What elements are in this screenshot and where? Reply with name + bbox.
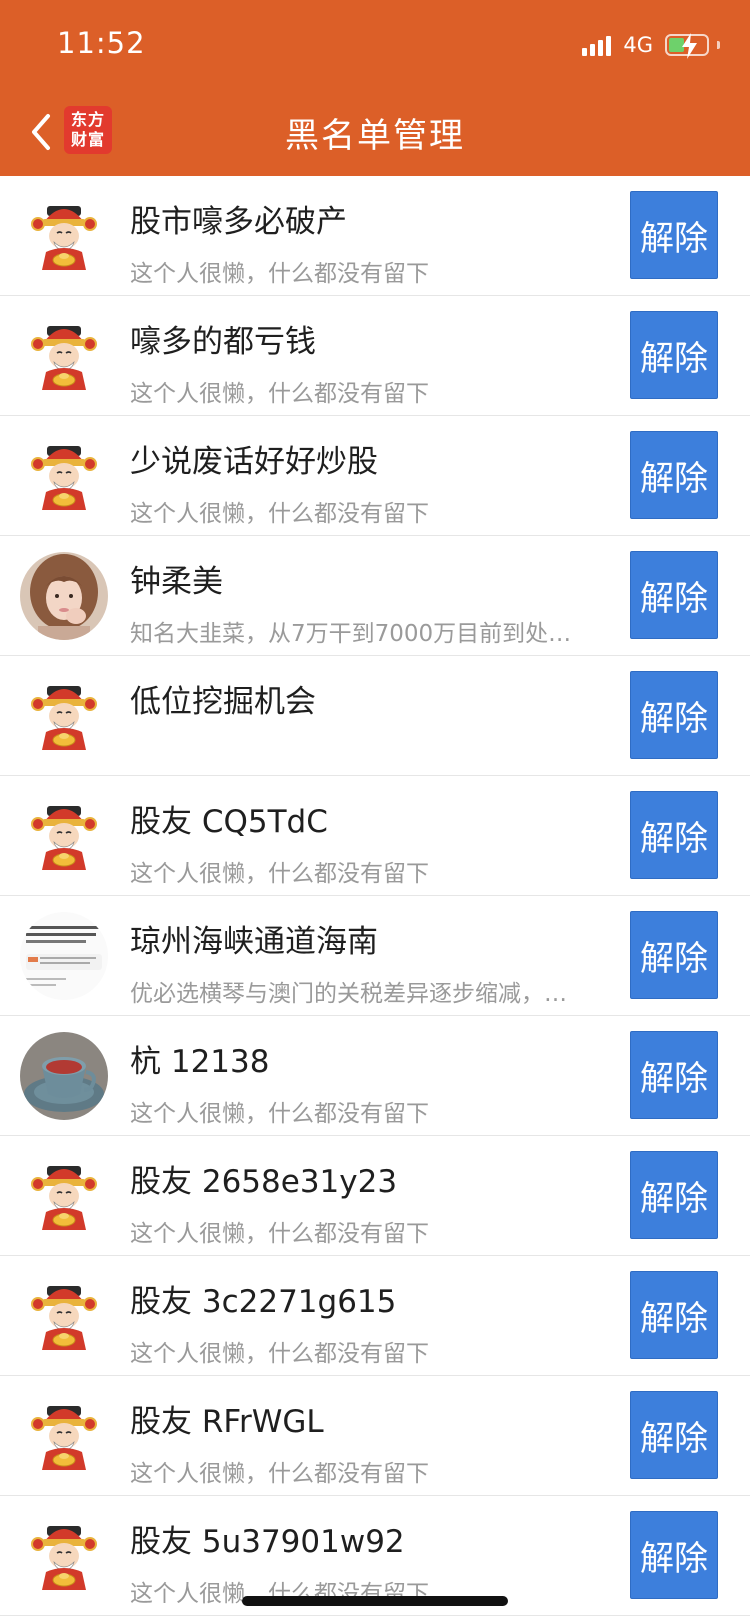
top-bar: 11:52 4G 东方 财富 黑名单管理 [0,0,750,176]
unblock-button[interactable]: 解除 [630,1391,718,1479]
list-item[interactable]: 钟柔美知名大韭菜，从7万干到7000万目前到处… 解除 [0,536,750,656]
unblock-button[interactable]: 解除 [630,1031,718,1119]
user-name[interactable]: 低位挖掘机会 [130,676,316,721]
network-type: 4G [623,33,653,57]
user-signature: 这个人很懒，什么都没有留下 [130,501,429,527]
user-name[interactable]: 嚎多的都亏钱 [130,316,316,361]
unblock-button[interactable]: 解除 [630,1151,718,1239]
avatar[interactable] [20,552,108,640]
user-name[interactable]: 钟柔美 [130,556,223,601]
user-name[interactable]: 股友 RFrWGL [130,1396,324,1441]
user-name[interactable]: 股友 2658e31y23 [130,1156,397,1201]
list-item[interactable]: 少说废话好好炒股这个人很懒，什么都没有留下 解除 [0,416,750,536]
unblock-button[interactable]: 解除 [630,1271,718,1359]
user-signature: 这个人很懒，什么都没有留下 [130,1101,429,1127]
battery-tip [717,41,720,49]
user-name[interactable]: 琼州海峡通道海南 [130,916,378,961]
avatar[interactable] [20,1272,108,1360]
list-item[interactable]: 杭 12138 这个人很懒，什么都没有留下 解除 [0,1016,750,1136]
battery-icon [665,33,709,59]
list-item[interactable]: 嚎多的都亏钱这个人很懒，什么都没有留下 解除 [0,296,750,416]
user-signature: 这个人很懒，什么都没有留下 [130,381,429,407]
unblock-button[interactable]: 解除 [630,311,718,399]
unblock-button[interactable]: 解除 [630,551,718,639]
home-indicator[interactable] [242,1596,508,1606]
unblock-button[interactable]: 解除 [630,1511,718,1599]
list-item[interactable]: 股友 3c2271g615 这个人很懒，什么都没有留下 解除 [0,1256,750,1376]
user-signature: 这个人很懒，什么都没有留下 [130,1221,429,1247]
user-signature: 这个人很懒，什么都没有留下 [130,1341,429,1367]
user-signature: 优必选横琴与澳门的关税差异逐步缩减，… [130,981,567,1007]
avatar[interactable] [20,1032,108,1120]
list-item[interactable]: 琼州海峡通道海南优必选横琴与澳门的关税差异逐步缩减，… 解除 [0,896,750,1016]
avatar[interactable] [20,312,108,400]
avatar[interactable] [20,1392,108,1480]
unblock-button[interactable]: 解除 [630,671,718,759]
avatar[interactable] [20,1512,108,1600]
unblock-button[interactable]: 解除 [630,431,718,519]
user-name[interactable]: 杭 12138 [130,1036,269,1081]
list-item[interactable]: 低位挖掘机会 解除 [0,656,750,776]
user-name[interactable]: 股友 CQ5TdC [130,796,328,841]
list-item[interactable]: 股友 RFrWGL 这个人很懒，什么都没有留下 解除 [0,1376,750,1496]
blacklist: 股市嚎多必破产 这个人很懒，什么都没有留下 解除 嚎多的都亏钱 这个人很懒，什么都没有留… [0,176,750,1616]
user-name[interactable]: 股市嚎多必破产 [130,196,347,241]
unblock-button[interactable]: 解除 [630,911,718,999]
user-signature: 这个人很懒，什么都没有留下 [130,1461,429,1487]
status-time: 11:52 [57,26,146,60]
status-indicators: 4G [582,32,720,59]
avatar[interactable] [20,432,108,520]
list-item[interactable]: 股友 2658e31y23 这个人很懒，什么都没有留下 解除 [0,1136,750,1256]
page-title: 黑名单管理 [285,116,465,156]
user-signature: 这个人很懒，什么都没有留下 [130,861,429,887]
user-signature: 知名大韭菜，从7万干到7000万目前到处… [130,621,572,647]
avatar[interactable] [20,912,108,1000]
avatar[interactable] [20,792,108,880]
list-item[interactable]: 股市嚎多必破产这个人很懒，什么都没有留下 解除 [0,176,750,296]
signal-icon [582,34,612,56]
avatar[interactable] [20,1152,108,1240]
avatar[interactable] [20,192,108,280]
unblock-button[interactable]: 解除 [630,191,718,279]
user-name[interactable]: 少说废话好好炒股 [130,436,378,481]
user-name[interactable]: 股友 5u37901w92 [130,1516,405,1561]
user-name[interactable]: 股友 3c2271g615 [130,1276,396,1321]
list-item[interactable]: 股友 CQ5TdC 这个人很懒，什么都没有留下 解除 [0,776,750,896]
user-signature: 这个人很懒，什么都没有留下 [130,261,429,287]
unblock-button[interactable]: 解除 [630,791,718,879]
avatar[interactable] [20,672,108,760]
